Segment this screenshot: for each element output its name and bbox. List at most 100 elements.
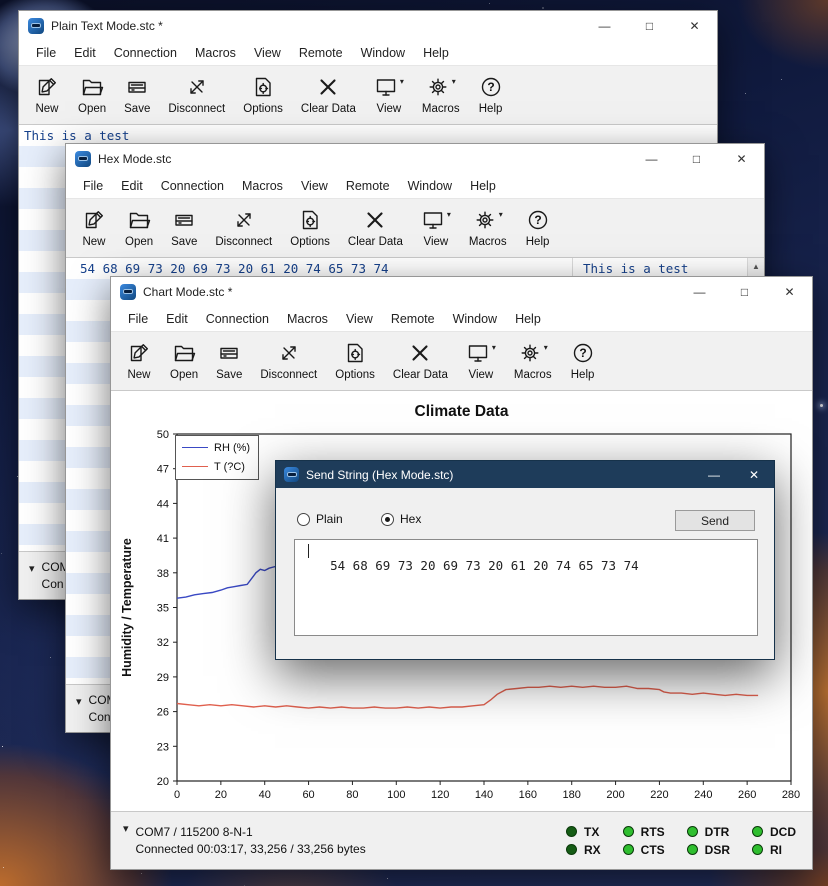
macros-button[interactable]: ▾Macros bbox=[415, 72, 467, 118]
svg-text:23: 23 bbox=[157, 741, 169, 753]
new-button[interactable]: New bbox=[27, 72, 67, 118]
send-string-dialog: Send String (Hex Mode.stc) — ✕ Plain Hex… bbox=[275, 460, 775, 660]
save-button[interactable]: Save bbox=[209, 338, 249, 384]
menu-view[interactable]: View bbox=[337, 312, 382, 326]
menu-macros[interactable]: Macros bbox=[278, 312, 337, 326]
svg-text:100: 100 bbox=[387, 789, 405, 801]
macros-button[interactable]: ▾Macros bbox=[462, 205, 514, 251]
send-string-input[interactable]: 54 68 69 73 20 69 73 20 61 20 74 65 73 7… bbox=[294, 539, 758, 636]
clear-data-button[interactable]: Clear Data bbox=[294, 72, 363, 118]
new-button[interactable]: New bbox=[119, 338, 159, 384]
help-button[interactable]: ?Help bbox=[471, 72, 511, 118]
menu-file[interactable]: File bbox=[119, 312, 157, 326]
menu-help[interactable]: Help bbox=[506, 312, 550, 326]
maximize-button[interactable]: □ bbox=[674, 144, 719, 174]
legend-label: T (?C) bbox=[214, 461, 245, 473]
save-button[interactable]: Save bbox=[164, 205, 204, 251]
status-chevron-icon[interactable]: ▾ bbox=[123, 822, 129, 835]
menu-remote[interactable]: Remote bbox=[382, 312, 444, 326]
menu-help[interactable]: Help bbox=[461, 179, 505, 193]
disconnect-button[interactable]: Disconnect bbox=[253, 338, 324, 384]
status-chevron-icon[interactable]: ▾ bbox=[29, 562, 35, 575]
dropdown-caret-icon: ▾ bbox=[492, 343, 496, 352]
menu-macros[interactable]: Macros bbox=[233, 179, 292, 193]
open-button[interactable]: Open bbox=[71, 72, 113, 118]
svg-text:80: 80 bbox=[346, 789, 358, 801]
indicator-dot bbox=[566, 826, 577, 837]
macros-button[interactable]: ▾Macros bbox=[507, 338, 559, 384]
menu-edit[interactable]: Edit bbox=[157, 312, 197, 326]
menu-view[interactable]: View bbox=[292, 179, 337, 193]
menu-file[interactable]: File bbox=[74, 179, 112, 193]
maximize-button[interactable]: □ bbox=[627, 11, 672, 41]
titlebar[interactable]: Plain Text Mode.stc * — □ ✕ bbox=[19, 11, 717, 41]
disconnect-button[interactable]: Disconnect bbox=[161, 72, 232, 118]
view-button[interactable]: ▾View bbox=[367, 72, 411, 118]
menu-help[interactable]: Help bbox=[414, 46, 458, 60]
status-line-1: COM7 / 115200 8-N-1 bbox=[136, 824, 366, 841]
indicator-cts: CTS bbox=[623, 843, 665, 857]
radio-plain[interactable]: Plain bbox=[297, 512, 343, 526]
toolbar: NewOpenSaveDisconnectOptionsClear Data▾V… bbox=[111, 331, 812, 391]
menu-connection[interactable]: Connection bbox=[105, 46, 186, 60]
dialog-titlebar[interactable]: Send String (Hex Mode.stc) — ✕ bbox=[276, 461, 774, 488]
close-button[interactable]: ✕ bbox=[734, 461, 774, 488]
indicator-tx: TX bbox=[566, 825, 601, 839]
menu-window[interactable]: Window bbox=[444, 312, 506, 326]
svg-text:20: 20 bbox=[157, 776, 169, 788]
toolbar: NewOpenSave Disconnect Options Clear Data▾V… bbox=[66, 198, 764, 258]
help-button[interactable]: ?Help bbox=[518, 205, 558, 251]
clear-data-button[interactable]: Clear Data bbox=[386, 338, 455, 384]
indicator-ri: RI bbox=[752, 843, 796, 857]
help-button[interactable]: ?Help bbox=[563, 338, 603, 384]
menu-view[interactable]: View bbox=[245, 46, 290, 60]
radio-hex[interactable]: Hex bbox=[381, 512, 421, 526]
menu-window[interactable]: Window bbox=[399, 179, 461, 193]
close-button[interactable]: ✕ bbox=[719, 144, 764, 174]
menu-remote[interactable]: Remote bbox=[337, 179, 399, 193]
menu-edit[interactable]: Edit bbox=[65, 46, 105, 60]
save-button[interactable]: Save bbox=[117, 72, 157, 118]
dropdown-caret-icon: ▾ bbox=[544, 343, 548, 352]
close-button[interactable]: ✕ bbox=[767, 277, 812, 307]
new-button[interactable]: New bbox=[74, 205, 114, 251]
status-chevron-icon[interactable]: ▾ bbox=[76, 695, 82, 708]
indicator-dot bbox=[566, 844, 577, 855]
minimize-button[interactable]: — bbox=[582, 11, 627, 41]
close-button[interactable]: ✕ bbox=[672, 11, 717, 41]
tool-label: Options bbox=[243, 103, 283, 115]
tool-label: Macros bbox=[422, 103, 460, 115]
minimize-button[interactable]: — bbox=[694, 461, 734, 488]
menu-connection[interactable]: Connection bbox=[152, 179, 233, 193]
app-icon bbox=[120, 284, 136, 300]
svg-text:Humidity / Temperature: Humidity / Temperature bbox=[120, 538, 134, 677]
menu-edit[interactable]: Edit bbox=[112, 179, 152, 193]
options-button[interactable]: Options bbox=[328, 338, 382, 384]
menu-file[interactable]: File bbox=[27, 46, 65, 60]
tool-label: Disconnect bbox=[215, 236, 272, 248]
menu-remote[interactable]: Remote bbox=[290, 46, 352, 60]
minimize-button[interactable]: — bbox=[629, 144, 674, 174]
menu-connection[interactable]: Connection bbox=[197, 312, 278, 326]
view-button[interactable]: ▾View bbox=[459, 338, 503, 384]
view-button[interactable]: ▾View bbox=[414, 205, 458, 251]
indicator-dot bbox=[752, 844, 763, 855]
indicator-label: RI bbox=[770, 843, 782, 857]
titlebar[interactable]: Chart Mode.stc * — □ ✕ bbox=[111, 277, 812, 307]
send-button[interactable]: Send bbox=[675, 510, 755, 531]
menu-window[interactable]: Window bbox=[352, 46, 414, 60]
tool-label: Options bbox=[290, 236, 330, 248]
options-button[interactable]: Options bbox=[283, 205, 337, 251]
clear-data-button[interactable]: Clear Data bbox=[341, 205, 410, 251]
minimize-button[interactable]: — bbox=[677, 277, 722, 307]
input-text: 54 68 69 73 20 69 73 20 61 20 74 65 73 7… bbox=[330, 558, 639, 573]
open-button[interactable]: Open bbox=[118, 205, 160, 251]
disconnect-button[interactable]: Disconnect bbox=[208, 205, 279, 251]
svg-text:40: 40 bbox=[259, 789, 271, 801]
menu-macros[interactable]: Macros bbox=[186, 46, 245, 60]
options-button[interactable]: Options bbox=[236, 72, 290, 118]
titlebar[interactable]: Hex Mode.stc — □ ✕ bbox=[66, 144, 764, 174]
open-button[interactable]: Open bbox=[163, 338, 205, 384]
indicator-label: DTR bbox=[705, 825, 730, 839]
maximize-button[interactable]: □ bbox=[722, 277, 767, 307]
